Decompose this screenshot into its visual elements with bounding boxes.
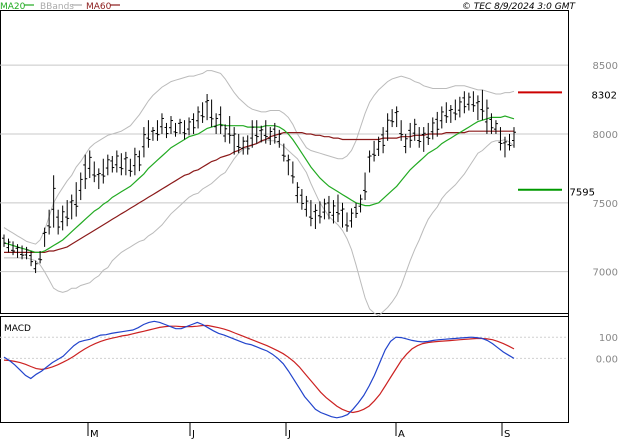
support-label: 7595 <box>570 188 595 199</box>
macd-tick-label: 100 <box>599 333 618 344</box>
legend-ma20: MA20 <box>0 2 26 12</box>
legend-ma60: MA60 <box>86 2 112 12</box>
chart-stage: MA20 BBands MA60 © TEC 8/9/2024 3:0 GMT … <box>0 0 627 440</box>
macd-panel-title: MACD <box>4 324 31 334</box>
x-tick-label: J <box>287 429 291 440</box>
legend-bbands: BBands <box>40 2 74 12</box>
price-tick-label: 7000 <box>593 268 618 279</box>
legend: MA20 BBands MA60 <box>0 2 120 12</box>
x-tick-label: A <box>398 429 405 440</box>
chart-svg: MA20 BBands MA60 © TEC 8/9/2024 3:0 GMT … <box>0 2 627 440</box>
price-tick-label: 8000 <box>593 130 618 141</box>
macd-panel-frame <box>0 316 569 423</box>
timestamp: © TEC 8/9/2024 3:0 GMT <box>462 2 577 12</box>
price-tick-label: 7500 <box>593 199 618 210</box>
x-tick-label: J <box>191 429 195 440</box>
x-tick-label: M <box>90 429 99 440</box>
resistance-label: 8302 <box>592 90 617 101</box>
macd-tick-label: 0.00 <box>596 354 618 365</box>
x-tick-label: S <box>504 429 510 440</box>
price-tick-label: 8500 <box>593 61 618 72</box>
